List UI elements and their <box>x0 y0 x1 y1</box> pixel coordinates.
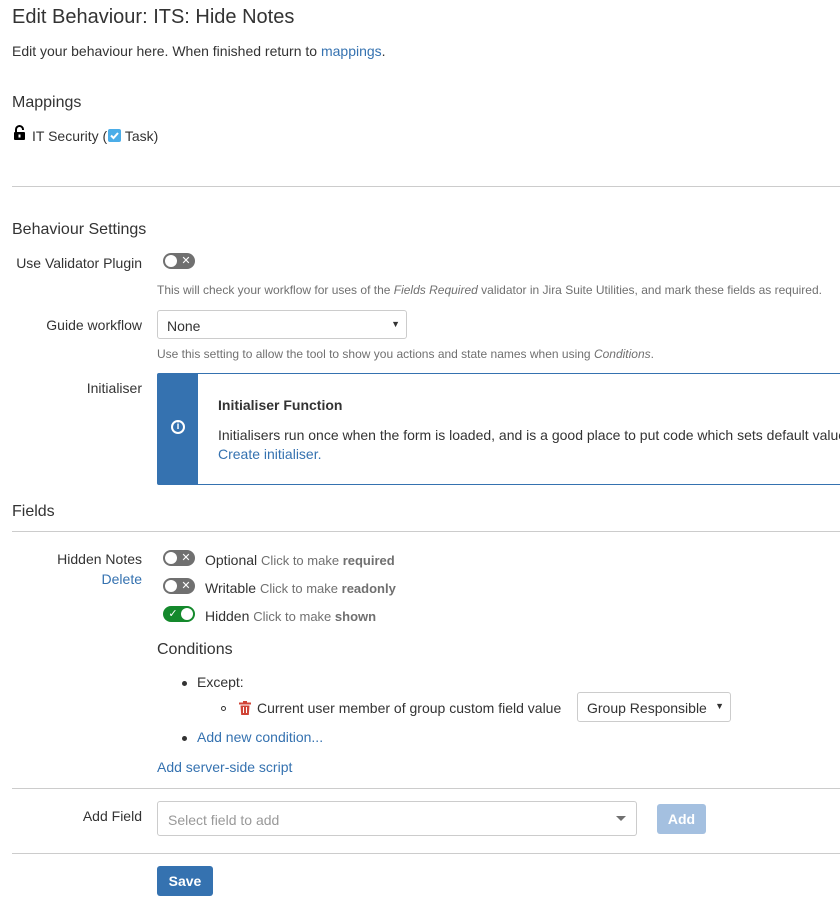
toggle-knob <box>165 552 177 564</box>
caret-down-icon: ▼ <box>715 701 724 711</box>
create-initialiser-link[interactable]: Create initialiser. <box>218 446 322 462</box>
add-field-select[interactable]: Select field to add <box>157 801 637 836</box>
toggle-knob <box>165 580 177 592</box>
workflow-desc-post: . <box>650 347 654 361</box>
mapping-issue-type: Task <box>124 128 154 144</box>
hint-label: Click to make shown <box>253 609 376 624</box>
caret-down-icon <box>616 816 626 821</box>
fields-heading: Fields <box>12 503 55 520</box>
info-icon: i <box>171 420 185 434</box>
mapping-project: IT Security <box>32 128 99 144</box>
state-label: Optional <box>205 552 258 568</box>
validator-description: This will check your workflow for uses o… <box>157 283 822 297</box>
validator-toggle[interactable]: ✕ <box>163 253 195 269</box>
toggle-knob <box>181 608 193 620</box>
save-button[interactable]: Save <box>157 866 213 896</box>
hint-text: Click to make <box>253 609 332 624</box>
intro-text: Edit your behaviour here. When finished … <box>12 43 386 59</box>
divider <box>12 853 840 854</box>
workflow-description: Use this setting to allow the tool to sh… <box>157 347 654 361</box>
mapping-close-paren: ) <box>153 128 159 144</box>
lock-icon <box>13 125 27 141</box>
validator-label: Use Validator Plugin <box>16 255 142 271</box>
initialiser-label: Initialiser <box>86 380 142 396</box>
hint-target: required <box>342 553 395 568</box>
divider <box>12 186 840 187</box>
guide-workflow-value: None <box>167 318 201 334</box>
required-toggle-text: Optional Click to make required <box>205 552 395 568</box>
required-toggle[interactable]: ✕ <box>163 550 195 566</box>
hidden-toggle[interactable]: ✓ <box>163 606 195 622</box>
validator-desc-em: Fields Required <box>393 283 478 297</box>
guide-workflow-label: Guide workflow <box>46 317 142 333</box>
bullet <box>221 706 226 711</box>
guide-workflow-select[interactable]: None ▼ <box>157 310 407 339</box>
intro-suffix: . <box>381 43 386 59</box>
hint-label: Click to make readonly <box>260 581 396 596</box>
add-script-link[interactable]: Add server-side script <box>157 759 292 775</box>
state-label: Writable <box>205 580 257 596</box>
workflow-desc-pre: Use this setting to allow the tool to sh… <box>157 347 591 361</box>
check-icon: ✓ <box>168 608 178 620</box>
page-title: Edit Behaviour: ITS: Hide Notes <box>12 6 295 28</box>
state-label: Hidden <box>205 608 250 624</box>
condition-field-value: Group Responsible <box>587 700 707 716</box>
cross-icon: ✕ <box>181 552 191 564</box>
validator-desc-post: validator in Jira Suite Utilities, and m… <box>481 283 822 297</box>
mappings-link[interactable]: mappings <box>321 43 382 59</box>
condition-text: Current user member of group custom fiel… <box>257 700 562 716</box>
delete-field-link[interactable]: Delete <box>101 571 142 587</box>
info-stripe: i <box>158 374 198 484</box>
mapping-open-paren: ( <box>102 128 108 144</box>
readonly-toggle[interactable]: ✕ <box>163 578 195 594</box>
hidden-toggle-text: Hidden Click to make shown <box>205 608 376 624</box>
initialiser-title: Initialiser Function <box>218 397 343 413</box>
trash-icon[interactable] <box>239 701 251 715</box>
mappings-heading: Mappings <box>12 94 82 111</box>
caret-down-icon: ▼ <box>391 319 400 329</box>
add-condition-link[interactable]: Add new condition... <box>197 729 323 745</box>
conditions-heading: Conditions <box>157 641 233 658</box>
add-field-label: Add Field <box>82 808 142 824</box>
cross-icon: ✕ <box>181 255 191 267</box>
add-field-button[interactable]: Add <box>657 804 706 834</box>
divider <box>12 531 840 532</box>
bullet <box>182 736 187 741</box>
initialiser-info-box: i Initialiser Function Initialisers run … <box>157 373 840 485</box>
task-icon <box>108 129 122 142</box>
validator-desc-pre: This will check your workflow for uses o… <box>157 283 391 297</box>
workflow-desc-em: Conditions <box>593 347 651 361</box>
hint-label: Click to make required <box>261 553 395 568</box>
hint-text: Click to make <box>259 581 339 596</box>
hint-text: Click to make <box>261 553 340 568</box>
toggle-knob <box>165 255 177 267</box>
except-label: Except: <box>197 674 244 690</box>
hint-target: shown <box>334 609 377 624</box>
cross-icon: ✕ <box>181 580 191 592</box>
initialiser-text: Initialisers run once when the form is l… <box>218 427 840 443</box>
behaviour-settings-heading: Behaviour Settings <box>12 221 147 238</box>
add-field-placeholder: Select field to add <box>168 812 280 828</box>
field-name: Hidden Notes <box>57 551 142 567</box>
mapping-entry: IT Security ( Task) <box>32 128 158 144</box>
hint-target: readonly <box>341 581 396 596</box>
bullet <box>182 681 187 686</box>
readonly-toggle-text: Writable Click to make readonly <box>205 580 396 596</box>
intro-label: Edit your behaviour here. When finished … <box>12 43 318 59</box>
condition-field-select[interactable]: Group Responsible ▼ <box>577 692 731 722</box>
divider <box>12 788 840 789</box>
